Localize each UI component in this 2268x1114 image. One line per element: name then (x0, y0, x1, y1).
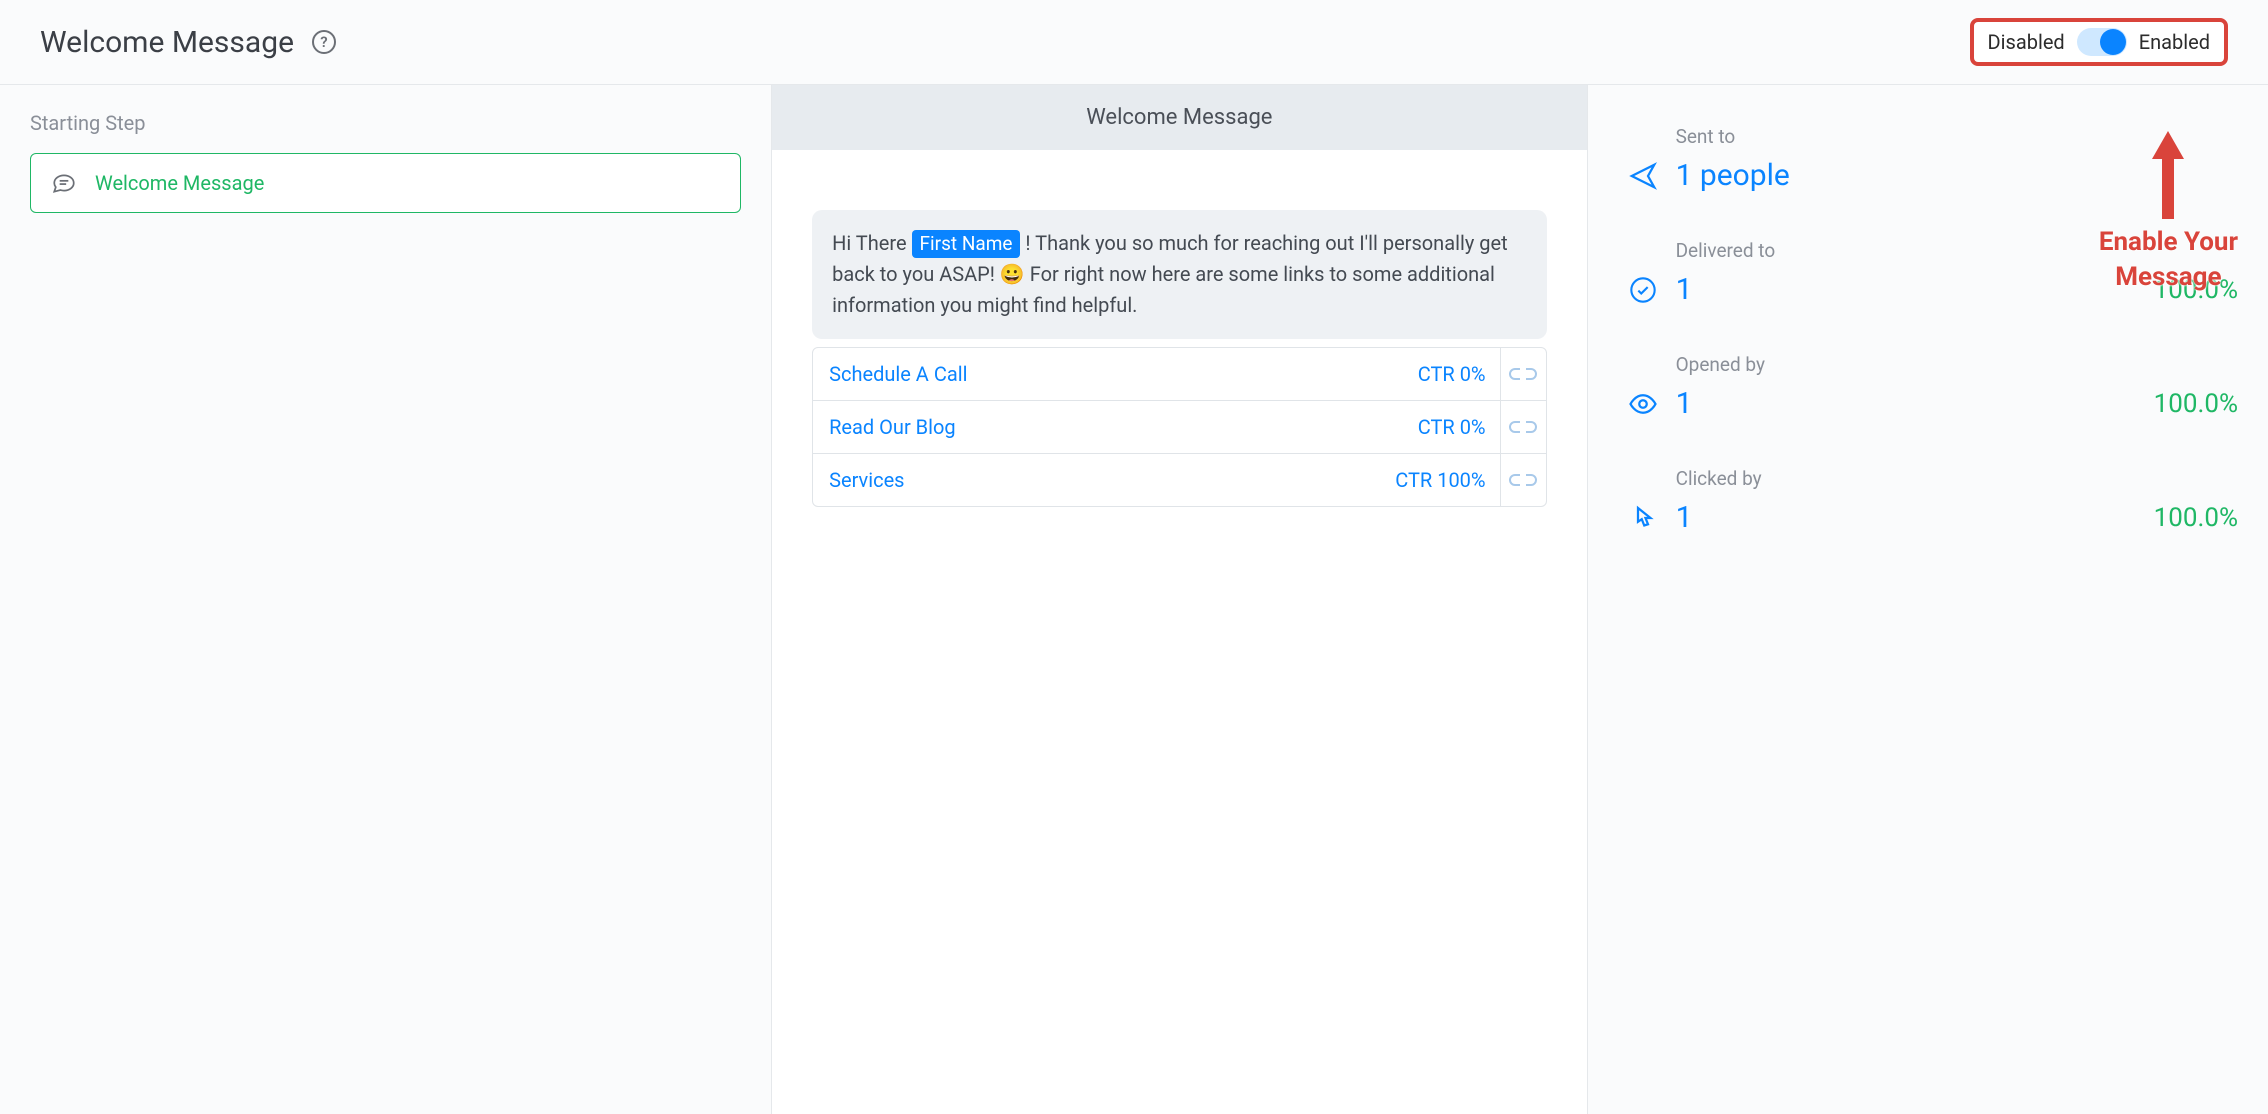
starting-step-label: Starting Step (30, 111, 741, 135)
first-name-tag[interactable]: First Name (912, 230, 1021, 258)
stat-delivered: Delivered to 1 100.0% (1628, 239, 2238, 307)
stat-clicked-value: 1 (1676, 500, 1693, 535)
button-row[interactable]: Read Our Blog CTR 0% (813, 400, 1545, 453)
stat-clicked-label: Clicked by (1676, 467, 2238, 490)
pointer-icon (1628, 503, 1658, 533)
button-label: Schedule A Call (829, 362, 967, 386)
preview-header: Welcome Message (772, 85, 1586, 150)
stat-clicked: Clicked by 1 100.0% (1628, 467, 2238, 535)
button-ctr: CTR 0% (1418, 362, 1486, 386)
button-ctr: CTR 0% (1418, 415, 1486, 439)
enable-toggle[interactable] (2077, 28, 2127, 56)
help-icon[interactable]: ? (312, 30, 336, 54)
preview-panel: Welcome Message Hi There First Name ! Th… (771, 85, 1587, 1114)
toggle-label-disabled: Disabled (1988, 30, 2065, 54)
stat-delivered-label: Delivered to (1676, 239, 2238, 262)
button-row[interactable]: Services CTR 100% (813, 453, 1545, 506)
stat-clicked-pct: 100.0% (2154, 503, 2238, 533)
link-icon[interactable] (1500, 454, 1546, 506)
stat-opened-pct: 100.0% (2154, 389, 2238, 419)
link-icon[interactable] (1500, 348, 1546, 400)
stat-opened-label: Opened by (1676, 353, 2238, 376)
msg-text-before: Hi There (832, 231, 911, 255)
button-ctr: CTR 100% (1395, 468, 1485, 492)
help-glyph: ? (320, 33, 327, 51)
stat-delivered-value: 1 (1676, 272, 1693, 307)
button-list: Schedule A Call CTR 0% Read Our Blog (812, 347, 1546, 507)
stat-opened: Opened by 1 100.0% (1628, 353, 2238, 421)
send-icon (1628, 161, 1658, 191)
check-circle-icon (1628, 275, 1658, 305)
stat-sent-value: 1 people (1676, 158, 1790, 193)
button-row[interactable]: Schedule A Call CTR 0% (813, 348, 1545, 400)
toggle-knob (2100, 29, 2126, 55)
eye-icon (1628, 389, 1658, 419)
page-title: Welcome Message (40, 25, 294, 60)
stat-opened-value: 1 (1676, 386, 1693, 421)
starting-step-card[interactable]: Welcome Message (30, 153, 741, 213)
link-icon[interactable] (1500, 401, 1546, 453)
starting-step-name: Welcome Message (95, 171, 264, 195)
message-bubble[interactable]: Hi There First Name ! Thank you so much … (812, 210, 1546, 339)
button-label: Read Our Blog (829, 415, 956, 439)
stat-sent-label: Sent to (1676, 125, 2238, 148)
button-label: Services (829, 468, 904, 492)
stat-sent: Sent to 1 people (1628, 125, 2238, 193)
stats-panel: Sent to 1 people Delivered to (1588, 85, 2268, 1114)
page-header: Welcome Message ? Disabled Enabled (0, 0, 2268, 85)
toggle-label-enabled: Enabled (2139, 30, 2210, 54)
enable-toggle-group: Disabled Enabled (1970, 18, 2228, 66)
stat-delivered-pct: 100.0% (2154, 275, 2238, 305)
left-panel: Starting Step Welcome Message (0, 85, 771, 1114)
chat-bubble-icon (51, 170, 77, 196)
emoji-smile-icon: 😀 (1000, 262, 1025, 286)
